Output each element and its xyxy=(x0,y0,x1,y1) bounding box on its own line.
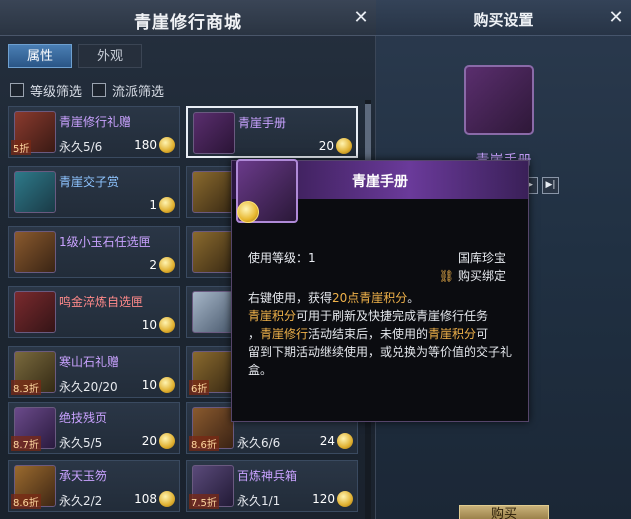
coin-icon xyxy=(159,137,175,153)
desc-highlight: 青崖修行 xyxy=(260,327,309,341)
item-price: 24 xyxy=(319,434,335,448)
shop-item-card[interactable]: 青崖修行礼赠 永久5/6 180 5折 xyxy=(8,106,180,158)
shop-item-card[interactable]: 青崖交子赏 1 xyxy=(8,166,180,218)
checkbox-box xyxy=(10,83,24,97)
item-name: 寒山石礼赠 xyxy=(59,355,120,369)
shop-item-card[interactable]: 百炼神兵箱 永久1/1 120 7.5折 xyxy=(186,460,358,512)
item-name: 百炼神兵箱 xyxy=(237,469,298,483)
item-price: 180 xyxy=(134,138,157,152)
item-price: 20 xyxy=(318,139,334,153)
item-price: 10 xyxy=(141,378,157,392)
desc-text: ， xyxy=(248,327,261,341)
discount-badge: 8.3折 xyxy=(11,380,41,395)
item-price: 120 xyxy=(312,492,335,506)
coin-icon xyxy=(337,433,353,449)
item-duration: 永久20/20 xyxy=(59,380,118,394)
shop-item-card-selected[interactable]: 青崖手册 20 xyxy=(186,106,358,158)
bind-status-text: 购买绑定 xyxy=(457,269,506,283)
item-duration: 永久2/2 xyxy=(59,494,103,508)
item-price: 1 xyxy=(149,198,157,212)
book-icon xyxy=(464,65,534,135)
item-name: 青崖手册 xyxy=(238,116,287,130)
desc-line: 青崖积分可用于刷新及快捷完成青崖修行任务 xyxy=(248,307,518,325)
use-level: 使用等级：1 xyxy=(248,251,316,265)
coin-icon xyxy=(159,197,175,213)
coin-icon xyxy=(237,201,259,223)
shop-title: 青崖修行商城 xyxy=(134,13,242,33)
quantity-max-icon[interactable]: ▶| xyxy=(542,177,559,194)
jade-box-icon xyxy=(14,231,56,273)
tooltip-description: 右键使用，获得20点青崖积分。 青崖积分可用于刷新及快捷完成青崖修行任务 ，青崖… xyxy=(248,289,518,379)
desc-text: 可用于刷新及快捷完成青崖修行任务 xyxy=(296,309,489,323)
item-duration: 永久1/1 xyxy=(237,494,281,508)
shop-close-icon[interactable]: ✕ xyxy=(352,9,370,27)
discount-badge: 6折 xyxy=(189,380,210,395)
item-duration: 永久5/5 xyxy=(59,436,103,450)
book-icon xyxy=(193,112,235,154)
discount-badge: 5折 xyxy=(11,140,32,155)
discount-badge: 8.6折 xyxy=(11,494,41,509)
coin-icon xyxy=(337,491,353,507)
shop-item-card[interactable]: 绝技残页 永久5/5 20 8.7折 xyxy=(8,402,180,454)
purchase-title: 购买设置 xyxy=(473,11,534,29)
tab-appearance[interactable]: 外观 xyxy=(78,44,142,68)
discount-badge: 7.5折 xyxy=(189,494,219,509)
checkbox-box xyxy=(92,83,106,97)
tab-attributes[interactable]: 属性 xyxy=(8,44,72,68)
level-filter-checkbox[interactable]: 等级筛选 xyxy=(10,82,83,100)
item-name: 1级小玉石任选匣 xyxy=(59,235,151,249)
coin-icon xyxy=(336,138,352,154)
item-category: 国库珍宝 xyxy=(457,251,506,265)
desc-highlight: 20点青崖积分 xyxy=(332,291,408,305)
chest-icon xyxy=(192,231,234,273)
school-filter-label: 流派筛选 xyxy=(112,84,165,100)
item-price: 2 xyxy=(149,258,157,272)
red-box-icon xyxy=(14,291,56,333)
bind-status: ⛓ 购买绑定 xyxy=(439,267,506,284)
shop-item-card[interactable]: 鸣金淬炼自选匣 10 xyxy=(8,286,180,338)
item-tooltip: 青崖手册 使用等级：1 国库珍宝 ⛓ 购买绑定 右键使用，获得20点青崖积分。 … xyxy=(231,159,529,422)
treasure-box-icon xyxy=(192,171,234,213)
item-name: 承天玉笏 xyxy=(59,469,108,483)
coin-icon xyxy=(159,257,175,273)
desc-highlight: 青崖积分 xyxy=(428,327,477,341)
desc-text: 。 xyxy=(407,291,420,305)
discount-badge: 8.7折 xyxy=(11,436,41,451)
money-pouch-icon xyxy=(14,171,56,213)
coin-icon xyxy=(159,317,175,333)
purchase-title-bar: 购买设置 ✕ xyxy=(376,0,631,36)
buy-button[interactable]: 购买 xyxy=(459,505,549,519)
crystal-pile-icon xyxy=(192,291,234,333)
desc-line: 留到下期活动继续使用，或兑换为等价值的交子礼盒。 xyxy=(248,345,513,377)
shop-item-card[interactable]: 1级小玉石任选匣 2 xyxy=(8,226,180,278)
purchase-close-icon[interactable]: ✕ xyxy=(607,9,625,27)
level-filter-label: 等级筛选 xyxy=(30,84,83,100)
item-price: 20 xyxy=(141,434,157,448)
desc-text: 活动结束后，未使用的 xyxy=(308,327,429,341)
item-name: 绝技残页 xyxy=(59,411,108,425)
item-name: 青崖修行礼赠 xyxy=(59,115,132,129)
link-icon: ⛓ xyxy=(438,269,455,283)
item-name: 鸣金淬炼自选匣 xyxy=(59,295,144,309)
item-price: 108 xyxy=(134,492,157,506)
discount-badge: 8.6折 xyxy=(189,436,219,451)
item-duration: 永久6/6 xyxy=(237,436,281,450)
desc-text: 右键使用，获得 xyxy=(248,291,333,305)
item-name: 青崖交子赏 xyxy=(59,175,120,189)
item-price: 10 xyxy=(141,318,157,332)
desc-highlight: 青崖积分 xyxy=(248,309,297,323)
coin-icon xyxy=(159,491,175,507)
coin-icon xyxy=(159,433,175,449)
shop-item-card[interactable]: 承天玉笏 永久2/2 108 8.6折 xyxy=(8,460,180,512)
desc-line: ，青崖修行活动结束后，未使用的青崖积分可 xyxy=(248,325,518,343)
shop-title-bar: 青崖修行商城 ✕ xyxy=(0,0,376,36)
desc-line: 右键使用，获得20点青崖积分。 xyxy=(248,289,518,307)
shop-item-card[interactable]: 寒山石礼赠 永久20/20 10 8.3折 xyxy=(8,346,180,398)
coin-icon xyxy=(159,377,175,393)
school-filter-checkbox[interactable]: 流派筛选 xyxy=(92,82,165,100)
desc-text: 可 xyxy=(476,327,489,341)
item-duration: 永久5/6 xyxy=(59,140,103,154)
